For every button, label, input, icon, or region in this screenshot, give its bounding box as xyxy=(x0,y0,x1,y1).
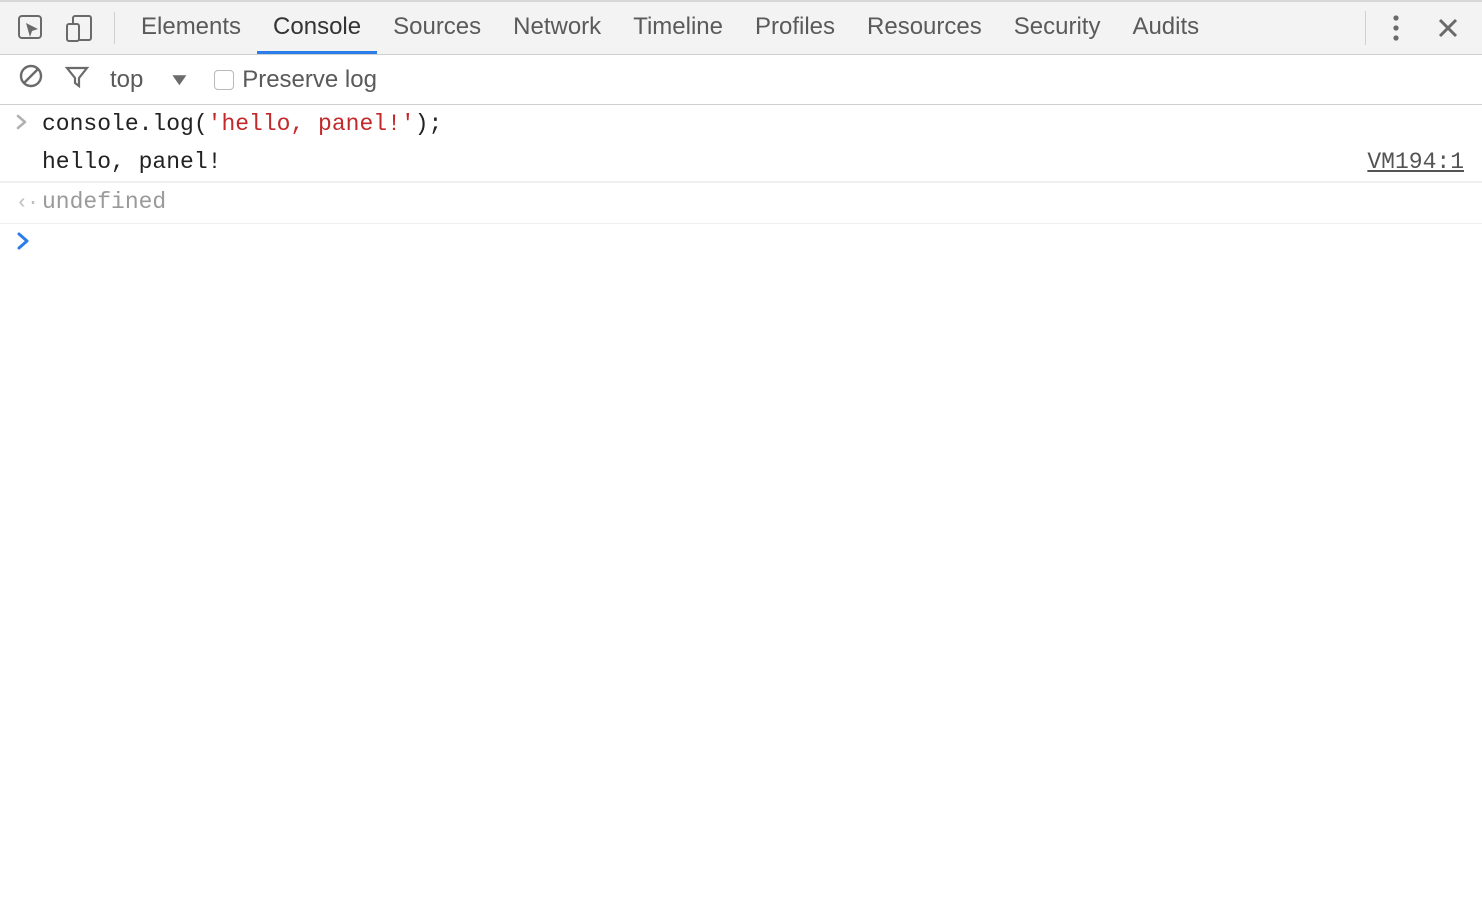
tab-resources[interactable]: Resources xyxy=(851,2,998,54)
divider xyxy=(1365,11,1366,45)
output-gutter xyxy=(16,147,42,149)
console-toolbar: top ▼ Preserve log xyxy=(0,55,1482,105)
tab-timeline[interactable]: Timeline xyxy=(617,2,739,54)
return-chevron-icon xyxy=(16,187,42,219)
input-chevron-icon xyxy=(16,109,42,141)
clear-console-icon[interactable] xyxy=(18,63,44,96)
tabstrip-left-icons xyxy=(0,2,100,54)
inspect-element-icon[interactable] xyxy=(16,13,46,43)
tab-sources[interactable]: Sources xyxy=(377,2,497,54)
console-body: console.log('hello, panel!'); hello, pan… xyxy=(0,105,1482,263)
tabstrip-right xyxy=(1365,2,1482,54)
device-toggle-icon[interactable] xyxy=(64,13,94,43)
tab-network[interactable]: Network xyxy=(497,2,617,54)
console-source-link[interactable]: VM194:1 xyxy=(1367,147,1472,177)
console-input-code: console.log('hello, panel!'); xyxy=(42,109,1472,139)
divider xyxy=(114,12,115,44)
tab-audits[interactable]: Audits xyxy=(1116,2,1215,54)
devtools-tabs: Elements Console Sources Network Timelin… xyxy=(125,2,1365,54)
execution-context-select[interactable]: top ▼ xyxy=(110,66,188,94)
console-return-value: undefined xyxy=(42,187,1472,217)
devtools-tabstrip: Elements Console Sources Network Timelin… xyxy=(0,0,1482,55)
close-icon[interactable] xyxy=(1426,6,1470,50)
console-return-row: undefined xyxy=(0,182,1482,224)
preserve-log-label: Preserve log xyxy=(242,66,377,94)
tab-elements[interactable]: Elements xyxy=(125,2,257,54)
preserve-log-checkbox[interactable] xyxy=(214,70,234,90)
tab-security[interactable]: Security xyxy=(998,2,1117,54)
filter-icon[interactable] xyxy=(64,63,90,96)
tab-profiles[interactable]: Profiles xyxy=(739,2,851,54)
kebab-menu-icon[interactable] xyxy=(1374,6,1418,50)
execution-context-label: top xyxy=(110,66,143,94)
chevron-down-icon: ▼ xyxy=(168,70,192,90)
console-log-output: hello, panel! VM194:1 xyxy=(0,145,1482,182)
console-prompt[interactable] xyxy=(0,224,1482,263)
console-input-echo: console.log('hello, panel!'); xyxy=(0,105,1482,145)
console-output-text: hello, panel! xyxy=(42,147,1367,177)
tab-console[interactable]: Console xyxy=(257,2,377,54)
preserve-log-toggle[interactable]: Preserve log xyxy=(214,66,377,94)
prompt-chevron-icon xyxy=(16,230,42,257)
